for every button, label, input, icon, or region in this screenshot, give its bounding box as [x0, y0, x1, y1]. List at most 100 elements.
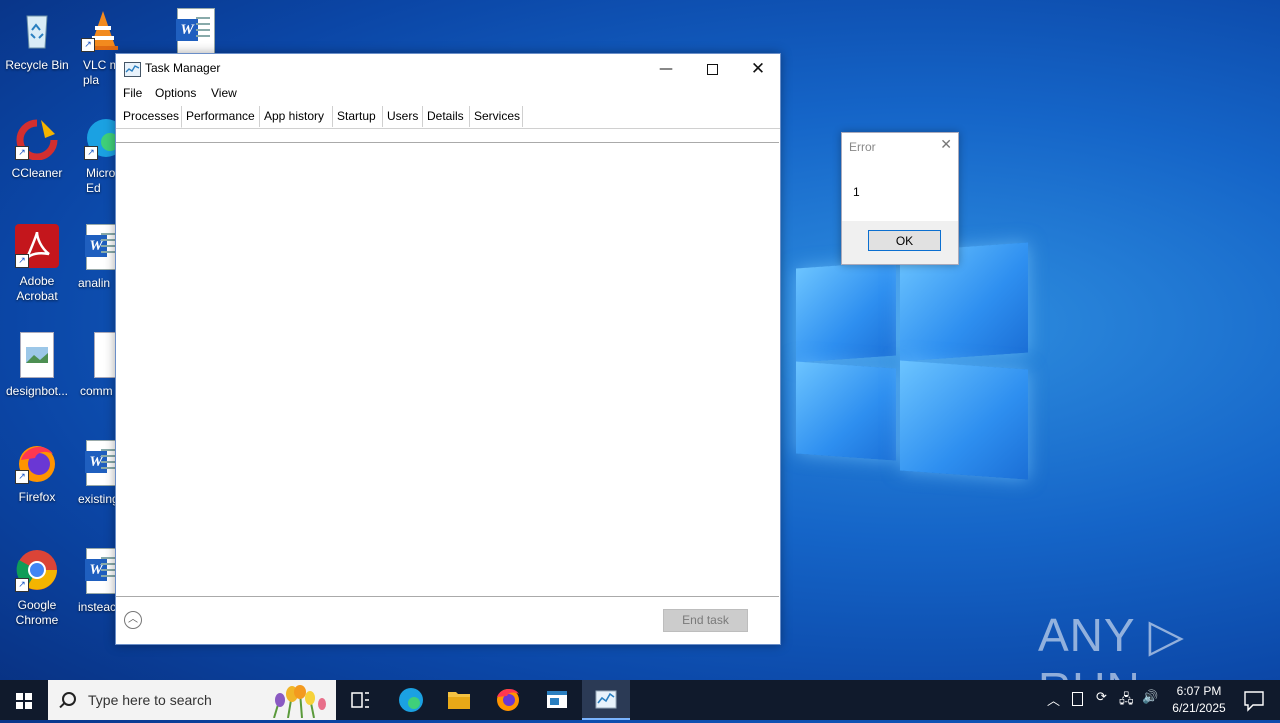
desktop-icon-edge[interactable]: ↗ Micro Ed	[78, 116, 115, 196]
desktop-icon-google-chrome[interactable]: ↗ Google Chrome	[1, 548, 73, 628]
maximize-icon	[706, 63, 718, 75]
tab-startup[interactable]: Startup	[333, 106, 383, 127]
end-task-button[interactable]: End task	[663, 609, 748, 632]
vlc-cone-icon: ↗	[81, 8, 125, 52]
desktop-icon-label: Adobe Acrobat	[16, 274, 58, 303]
menu-file[interactable]: File	[123, 86, 142, 100]
desktop-icon-label: Micro Ed	[86, 166, 115, 195]
desktop-icon-comm[interactable]: comm	[76, 332, 115, 399]
edge-icon	[399, 688, 423, 712]
edge-icon: ↗	[84, 116, 115, 160]
chevron-up-icon: ︿	[128, 614, 138, 625]
minimize-icon: —	[659, 61, 673, 77]
taskbar-edge-button[interactable]	[387, 680, 435, 720]
recycle-bin-icon	[15, 8, 59, 52]
dialog-title: Error	[849, 140, 876, 154]
desktop-icon-label: existing	[78, 492, 115, 506]
window-app-icon	[547, 691, 567, 708]
taskbar-firefox-button[interactable]	[484, 680, 532, 720]
shortcut-arrow-icon: ↗	[84, 146, 98, 160]
desktop-icon-word-existing[interactable]: W existing	[76, 440, 115, 507]
image-file-icon	[20, 332, 54, 378]
task-view-icon	[351, 692, 369, 708]
desktop-icon-label: analin	[78, 276, 111, 290]
minimize-button[interactable]: —	[643, 54, 689, 84]
firefox-icon: ↗	[15, 440, 59, 484]
search-placeholder: Type here to search	[88, 692, 212, 708]
clock-time: 6:07 PM	[1176, 684, 1222, 698]
tray-device-icon[interactable]	[1072, 692, 1083, 706]
close-button[interactable]: ✕	[735, 54, 781, 84]
ok-button[interactable]: OK	[868, 230, 941, 251]
desktop-icon-ccleaner[interactable]: ↗ CCleaner	[1, 116, 73, 181]
desktop-icon-word-analin[interactable]: W analin	[76, 224, 115, 291]
volume-icon[interactable]: 🔊	[1142, 690, 1158, 705]
desktop-icon-recycle-bin[interactable]: Recycle Bin	[1, 8, 73, 73]
search-icon	[62, 692, 76, 706]
close-icon: ✕	[940, 137, 952, 153]
dialog-message: 1	[853, 185, 860, 199]
window-title: Task Manager	[145, 61, 221, 75]
search-highlight-flowers-icon	[264, 684, 330, 719]
desktop-icon-label: Firefox	[18, 490, 56, 504]
shortcut-arrow-icon: ↗	[15, 470, 29, 484]
desktop-icon-label: comm	[80, 384, 113, 398]
word-document-icon: W	[85, 440, 115, 486]
task-manager-icon	[595, 690, 617, 709]
close-icon: ✕	[750, 59, 766, 79]
start-button[interactable]	[0, 680, 48, 720]
desktop-icon-firefox[interactable]: ↗ Firefox	[1, 440, 73, 505]
chevron-up-icon: ︿	[1047, 694, 1061, 709]
shortcut-arrow-icon: ↗	[15, 254, 29, 268]
error-dialog: Error ✕ 1 OK	[841, 132, 959, 265]
desktop-icon-label: designbot...	[5, 384, 69, 398]
system-clock[interactable]: 6:07 PM 6/21/2025	[1160, 683, 1238, 717]
image-file-icon	[94, 332, 115, 378]
network-icon[interactable]: 🖧	[1119, 690, 1134, 712]
desktop-icon-label: insteac	[78, 600, 115, 614]
fewer-details-button[interactable]: ︿	[124, 611, 142, 629]
title-bar[interactable]: Task Manager — ✕	[116, 54, 780, 84]
taskbar-app-button[interactable]	[533, 680, 581, 720]
menu-options[interactable]: Options	[155, 86, 196, 100]
folder-icon	[448, 692, 470, 709]
desktop-icon-label: Recycle Bin	[5, 58, 69, 72]
taskbar: Type here to search ︿ ⟳ 🖧 🔊 6:07 PM 6/21…	[0, 680, 1280, 720]
clock-date: 6/21/2025	[1172, 701, 1226, 715]
taskbar-task-manager-button[interactable]	[582, 680, 630, 720]
task-manager-icon	[124, 62, 141, 77]
menu-bar: File Options View	[116, 84, 780, 104]
word-document-icon: W	[85, 548, 115, 594]
chrome-icon: ↗	[15, 548, 59, 592]
menu-view[interactable]: View	[211, 86, 237, 100]
shortcut-arrow-icon: ↗	[81, 38, 95, 52]
task-view-button[interactable]	[336, 680, 384, 720]
wallpaper-windows-logo	[796, 241, 1028, 480]
shortcut-arrow-icon: ↗	[15, 146, 29, 160]
firefox-icon	[497, 688, 519, 711]
desktop-icon-word-insteac[interactable]: W insteac	[76, 548, 115, 615]
adobe-acrobat-icon: ↗	[15, 224, 59, 268]
process-list-area[interactable]	[116, 142, 779, 597]
search-box[interactable]: Type here to search	[48, 680, 336, 720]
tab-details[interactable]: Details	[423, 106, 470, 127]
shortcut-arrow-icon: ↗	[15, 578, 29, 592]
maximize-button[interactable]	[689, 54, 735, 84]
action-center-button[interactable]	[1232, 680, 1276, 720]
tab-strip: Processes Performance App history Startu…	[116, 106, 780, 129]
desktop-icon-designbot[interactable]: designbot...	[1, 332, 73, 399]
task-manager-window: Task Manager — ✕ File Options View Proce…	[115, 53, 781, 645]
tab-app-history[interactable]: App history	[260, 106, 333, 127]
show-hidden-icons-button[interactable]: ︿	[1047, 690, 1060, 709]
dialog-close-button[interactable]: ✕	[940, 137, 952, 153]
word-document-icon: W	[176, 8, 215, 54]
tab-services[interactable]: Services	[470, 106, 523, 127]
desktop-icon-adobe-acrobat[interactable]: ↗ Adobe Acrobat	[1, 224, 73, 304]
tab-performance[interactable]: Performance	[182, 106, 260, 127]
desktop-icon-label: Google Chrome	[15, 598, 59, 627]
taskbar-file-explorer-button[interactable]	[435, 680, 483, 720]
tab-processes[interactable]: Processes	[119, 106, 182, 128]
tab-users[interactable]: Users	[383, 106, 423, 127]
desktop-icon-label: CCleaner	[11, 166, 63, 180]
tray-sync-icon[interactable]: ⟳	[1096, 690, 1107, 705]
